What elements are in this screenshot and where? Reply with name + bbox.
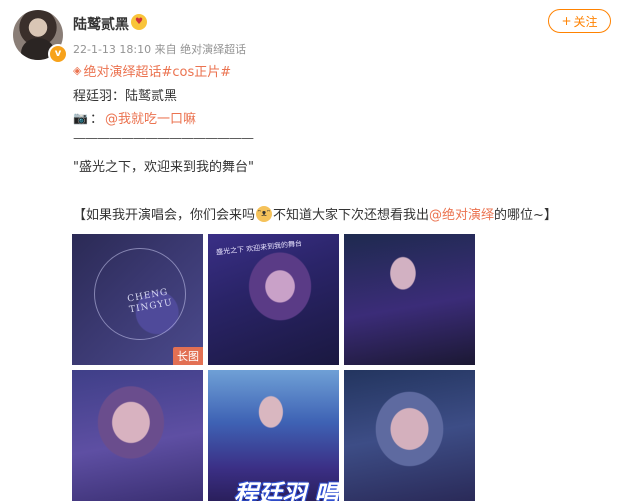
photo-overlay-text: 盛光之下 欢迎来到我的舞台 bbox=[215, 239, 303, 257]
divider-line: ——————————————— bbox=[73, 131, 254, 146]
camera-icon: 📷 bbox=[73, 110, 88, 125]
photo-5[interactable]: 程廷羽 唱会 bbox=[208, 370, 339, 501]
role-line: 程廷羽：陆鹫贰黑 bbox=[73, 89, 178, 104]
cat-emoji-icon: ᵔᴥᵔ bbox=[256, 205, 273, 222]
photographer-mention[interactable]: @我就吃一口嘛 bbox=[105, 108, 196, 127]
question-part-2: 不知道大家下次还想看我出 bbox=[273, 208, 430, 223]
photo-3[interactable] bbox=[344, 234, 475, 365]
topic-text[interactable]: 绝对演绎超话#cos正片# bbox=[83, 61, 231, 80]
source-prefix: 来自 bbox=[154, 43, 177, 56]
photo-6[interactable] bbox=[344, 370, 475, 501]
topic-link[interactable]: ◈ 绝对演绎超话#cos正片# bbox=[73, 61, 231, 80]
photographer-prefix: ： bbox=[89, 112, 103, 127]
photo-overlay-text: 程廷羽 唱会 bbox=[234, 480, 339, 501]
diamond-icon: ◈ bbox=[73, 64, 82, 77]
follow-button[interactable]: + 关注 bbox=[548, 9, 611, 33]
photo-1[interactable]: CHENG TINGYU 长图 bbox=[72, 234, 203, 365]
heart-eyes-emoji-icon: ♥ bbox=[131, 14, 147, 30]
photo-2[interactable]: 盛光之下 欢迎来到我的舞台 bbox=[208, 234, 339, 365]
question-part-3: 的哪位~】 bbox=[494, 208, 557, 223]
photo-4[interactable] bbox=[72, 370, 203, 501]
follow-label: 关注 bbox=[573, 14, 598, 29]
verified-badge-icon: v bbox=[48, 44, 68, 64]
question-text: 【如果我开演唱会，你们会来吗 ᵔᴥᵔ 不知道大家下次还想看我出 @绝对演绎 的哪… bbox=[73, 204, 557, 223]
long-image-badge: 长图 bbox=[173, 347, 203, 365]
timestamp[interactable]: 22-1-13 18:10 bbox=[73, 43, 151, 56]
username[interactable]: 陆鹫贰黑 bbox=[73, 14, 129, 34]
plus-icon: + bbox=[561, 14, 572, 28]
photographer-line: 📷 ： @我就吃一口嘛 bbox=[73, 108, 196, 128]
source-link[interactable]: 绝对演绎超话 bbox=[180, 43, 246, 56]
mention-link[interactable]: @绝对演绎 bbox=[429, 204, 494, 223]
post-meta: 22-1-13 18:10 来自 绝对演绎超话 bbox=[73, 41, 246, 57]
quote-text: "盛光之下，欢迎来到我的舞台" bbox=[73, 160, 254, 175]
question-part-1: 【如果我开演唱会，你们会来吗 bbox=[73, 208, 256, 223]
